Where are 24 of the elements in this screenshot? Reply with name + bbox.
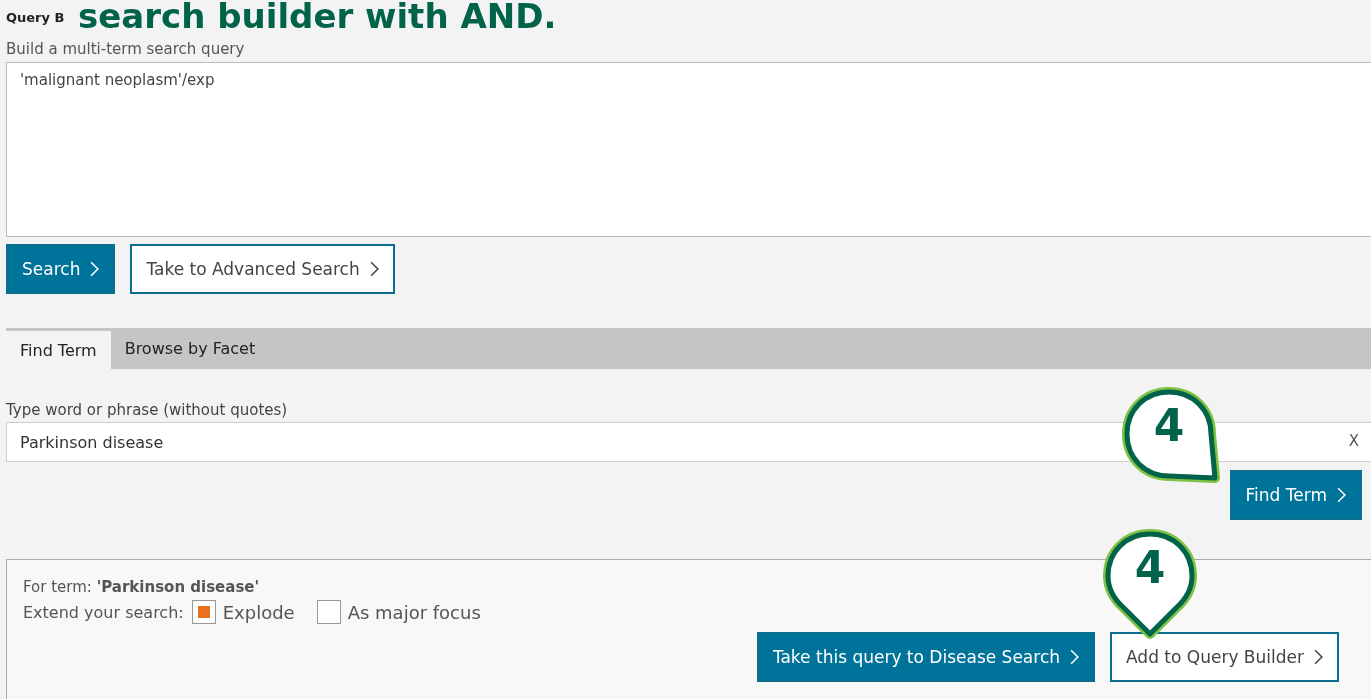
clear-button[interactable]: X <box>1348 432 1359 450</box>
advanced-search-button[interactable]: Take to Advanced Search <box>130 244 395 294</box>
section-title: Query B <box>6 10 65 25</box>
chevron-icon <box>369 261 379 277</box>
add-to-query-button[interactable]: Add to Query Builder <box>1110 632 1339 682</box>
field-label: Build a multi-term search query <box>6 40 246 58</box>
chevron-icon <box>1337 487 1346 503</box>
chevron-icon <box>90 261 100 277</box>
checkbox[interactable] <box>316 600 341 624</box>
chevron-icon <box>1314 649 1323 665</box>
chevron-icon <box>1070 649 1079 665</box>
tab[interactable]: Find Term <box>6 331 111 369</box>
checkbox-option[interactable]: Explode <box>191 600 295 624</box>
overlay-heading: search builder with AND. <box>78 0 557 36</box>
query-field[interactable]: 'malignant neoplasm'/exp <box>6 62 1371 237</box>
extend-label: Extend your search: <box>23 602 184 622</box>
disease-search-button[interactable]: Take this query to Disease Search <box>756 632 1095 682</box>
checkbox[interactable] <box>191 600 216 624</box>
tab[interactable]: Browse by Facet <box>110 328 270 369</box>
checkbox-option[interactable]: As major focus <box>316 600 481 624</box>
search-button[interactable]: Search <box>6 244 116 294</box>
find-term-button[interactable]: Find Term <box>1229 470 1362 520</box>
term-text: For term: 'Parkinson disease' <box>23 578 261 596</box>
field-label: Type word or phrase (without quotes) <box>6 401 289 419</box>
